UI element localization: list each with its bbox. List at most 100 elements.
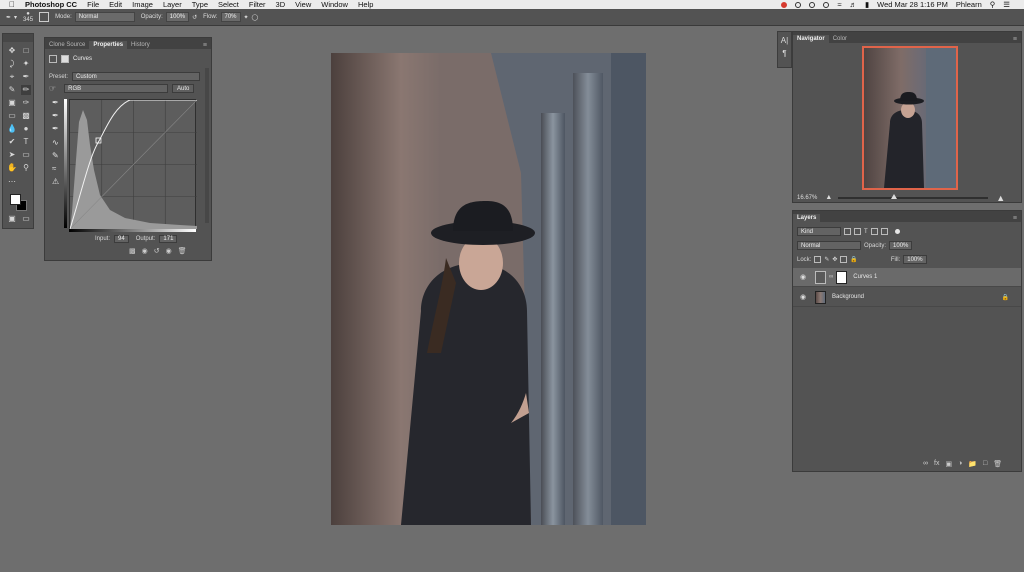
lock-pixels-icon[interactable]: ✎ [824, 256, 829, 263]
lasso-tool-icon[interactable]: ⤸ [7, 59, 17, 69]
black-point-eyedropper-icon[interactable]: ✒ [52, 98, 59, 107]
dropbox-icon[interactable] [795, 1, 802, 8]
toggle-visibility-icon[interactable]: ◉ [166, 247, 172, 255]
new-adjustment-layer-icon[interactable]: ◑ [958, 460, 962, 468]
notification-center-icon[interactable]: ☰ [1003, 0, 1010, 9]
healing-brush-tool-icon[interactable]: ✎ [7, 85, 17, 95]
shape-tool-icon[interactable]: ▭ [21, 150, 31, 160]
auto-button[interactable]: Auto [172, 84, 195, 93]
layer-name[interactable]: Background [832, 294, 864, 300]
tab-layers[interactable]: Layers [793, 214, 821, 222]
input-value[interactable]: 94 [114, 235, 129, 243]
hand-tool-icon[interactable]: ✋ [7, 163, 17, 173]
screen-mode-icon[interactable]: ▭ [21, 214, 31, 224]
zoom-slider[interactable] [838, 193, 989, 199]
tab-properties[interactable]: Properties [89, 41, 128, 49]
eraser-tool-icon[interactable]: ▭ [7, 111, 17, 121]
new-layer-icon[interactable]: □ [983, 460, 987, 468]
menu-layer[interactable]: Layer [163, 0, 182, 9]
menu-filter[interactable]: Filter [249, 0, 266, 9]
smooth-curve-icon[interactable]: ≈ [52, 164, 56, 173]
delete-adjustment-icon[interactable]: 🗑 [178, 247, 187, 255]
lock-icon[interactable]: 🔒 [1002, 294, 1009, 301]
type-tool-icon[interactable]: T [21, 137, 31, 147]
output-value[interactable]: 171 [159, 235, 178, 243]
menu-help[interactable]: Help [358, 0, 373, 9]
new-group-icon[interactable]: 📁 [968, 460, 977, 468]
smart-object-filter-icon[interactable] [880, 228, 888, 235]
pressure-opacity-icon[interactable]: ↺ [192, 14, 197, 21]
pixel-filter-icon[interactable] [844, 228, 851, 235]
eyedropper-tool-icon[interactable]: ✒ [21, 72, 31, 82]
history-brush-tool-icon[interactable]: ✑ [21, 98, 31, 108]
marquee-tool-icon[interactable]: □ [21, 46, 31, 56]
chain-link-icon[interactable]: ∞ [829, 274, 833, 280]
fill-input[interactable]: 100% [903, 255, 927, 264]
visibility-eye-icon[interactable]: ◉ [797, 293, 809, 301]
zoom-tool-icon[interactable]: ⚲ [21, 163, 31, 173]
link-layers-icon[interactable]: ∞ [923, 460, 928, 468]
layer-row-curves[interactable]: ◉ ∞ Curves 1 [793, 268, 1021, 287]
reset-adjustments-icon[interactable]: ↺ [154, 247, 160, 255]
tab-clone-source[interactable]: Clone Source [45, 41, 89, 49]
brush-tool-preset-icon[interactable]: ✒ [6, 14, 11, 21]
chevron-down-icon[interactable]: ▾ [14, 14, 17, 21]
menu-file[interactable]: File [87, 0, 99, 9]
zoom-slider-knob[interactable] [890, 193, 897, 199]
mode-select[interactable]: Normal [74, 12, 135, 22]
panel-menu-icon[interactable]: ≡ [1013, 36, 1017, 43]
airbrush-icon[interactable]: ✦ [244, 14, 249, 21]
adjustment-filter-icon[interactable] [854, 228, 861, 235]
lock-all-icon[interactable]: 🔒 [850, 256, 857, 263]
blur-tool-icon[interactable]: 💧 [7, 124, 17, 134]
lock-transparent-icon[interactable] [814, 256, 822, 263]
filter-toggle-icon[interactable] [894, 229, 900, 234]
character-panel-icon[interactable]: A| [778, 36, 791, 45]
panel-menu-icon[interactable]: ≡ [203, 42, 207, 49]
paragraph-panel-icon[interactable]: ¶ [778, 49, 791, 58]
magic-wand-tool-icon[interactable]: ✦ [21, 59, 31, 69]
quick-mask-icon[interactable]: ▣ [7, 214, 17, 224]
dodge-tool-icon[interactable]: ● [21, 124, 31, 134]
battery-icon[interactable]: ▮ [865, 0, 869, 9]
sync-icon[interactable] [823, 1, 830, 8]
white-point-eyedropper-icon[interactable]: ✒ [52, 124, 59, 133]
clone-stamp-tool-icon[interactable]: ▣ [7, 98, 17, 108]
crop-tool-icon[interactable]: ⌖ [7, 72, 17, 82]
menu-type[interactable]: Type [192, 0, 208, 9]
layer-opacity-input[interactable]: 100% [889, 241, 913, 250]
lock-position-icon[interactable]: ✥ [832, 256, 837, 263]
edit-points-curve-icon[interactable]: ∿ [52, 138, 59, 147]
on-image-adjust-icon[interactable]: ☞ [49, 84, 56, 93]
shape-filter-icon[interactable] [870, 228, 878, 235]
flow-input[interactable]: 70% [220, 12, 241, 22]
clock[interactable]: Wed Mar 28 1:16 PM [877, 0, 948, 9]
properties-scrollbar[interactable] [205, 68, 209, 223]
menu-select[interactable]: Select [218, 0, 239, 9]
tab-history[interactable]: History [127, 41, 154, 49]
tools-panel-grip[interactable] [3, 34, 33, 42]
zoom-out-icon[interactable]: ▲ [825, 194, 832, 201]
add-mask-icon[interactable]: ▣ [945, 460, 952, 468]
gray-point-eyedropper-icon[interactable]: ✒ [52, 111, 59, 120]
app-name-menu[interactable]: Photoshop CC [25, 0, 77, 9]
zoom-percentage[interactable]: 16.67% [797, 195, 817, 201]
panel-menu-icon[interactable]: ≡ [1013, 215, 1017, 222]
tab-navigator[interactable]: Navigator [793, 35, 829, 43]
pressure-size-icon[interactable]: ◯ [252, 14, 259, 21]
visibility-eye-icon[interactable]: ◉ [797, 273, 809, 281]
delete-layer-icon[interactable]: 🗑 [993, 460, 1002, 468]
more-tools-icon[interactable]: ⋯ [7, 177, 17, 187]
move-tool-icon[interactable]: ✥ [7, 46, 17, 56]
clipping-warning-icon[interactable]: ⚠ [52, 177, 59, 186]
path-selection-tool-icon[interactable]: ➤ [7, 150, 17, 160]
apple-icon[interactable]:  [9, 0, 19, 9]
time-machine-icon[interactable] [809, 1, 816, 8]
tab-color[interactable]: Color [829, 35, 851, 43]
menu-3d[interactable]: 3D [276, 0, 286, 9]
volume-icon[interactable]: ♬ [850, 0, 858, 9]
pen-tool-icon[interactable]: ✔ [7, 137, 17, 147]
opacity-input[interactable]: 100% [165, 12, 190, 22]
user-name[interactable]: Phlearn [956, 0, 982, 9]
foreground-color-swatch[interactable] [10, 194, 21, 205]
